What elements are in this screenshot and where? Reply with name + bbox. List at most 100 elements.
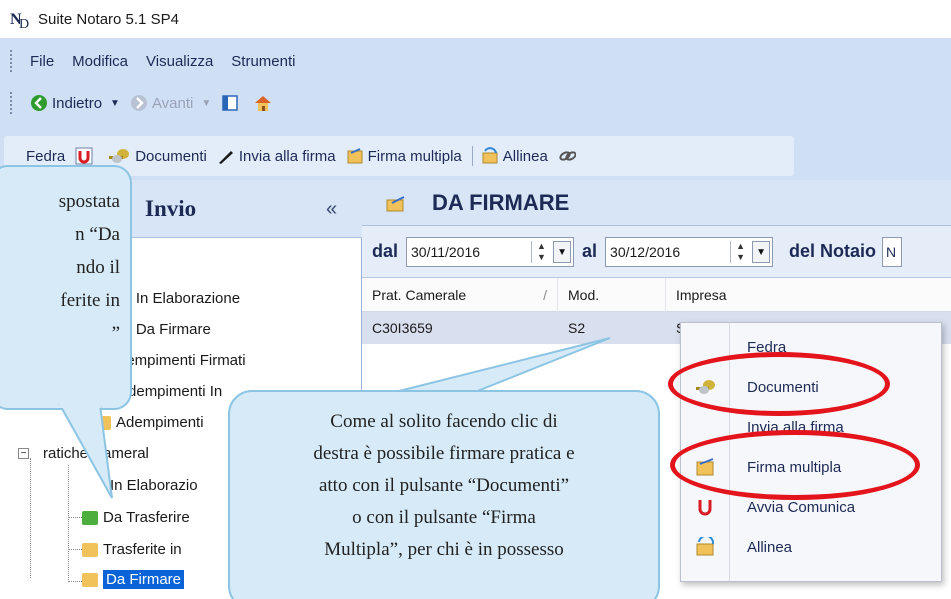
home-icon xyxy=(253,94,272,112)
spin-icon[interactable]: ▲ ▼ xyxy=(531,240,551,263)
to-date-picker[interactable]: 30/12/2016 ▲ ▼ ▼ xyxy=(605,236,774,267)
column-header-label: Mod. xyxy=(568,286,600,303)
from-date-label: dal xyxy=(372,241,399,261)
notaio-value: N xyxy=(886,243,897,260)
home-button[interactable] xyxy=(253,94,275,112)
tree-item[interactable]: Trasferite in xyxy=(82,541,182,558)
highlight-ring-firma-multipla xyxy=(670,430,920,500)
toolbar-separator xyxy=(471,146,473,166)
navigation-toolbar: Indietro ▼ Avanti ▼ xyxy=(30,84,285,122)
callout-bottom-line: Come al solito facendo clic di xyxy=(330,411,558,432)
invia-firma-label: Invia alla firma xyxy=(238,147,336,165)
menu-bar: File Modifica Visualizza Strumenti xyxy=(0,44,314,78)
menu-item-allinea[interactable]: Allinea xyxy=(681,527,943,567)
highlight-ring-documenti xyxy=(668,352,890,416)
forward-arrow-icon xyxy=(130,94,148,112)
navbar-grip[interactable] xyxy=(10,92,13,114)
notaio-select[interactable]: N xyxy=(882,236,903,267)
tree-item[interactable]: Da Trasferire xyxy=(82,509,190,526)
back-dropdown-icon[interactable]: ▼ xyxy=(110,98,120,109)
panel-toggle-button[interactable] xyxy=(221,94,243,112)
menu-item-label: Avvia Comunica xyxy=(747,498,856,516)
callout-bottom: Come al solito facendo clic di destra è … xyxy=(228,390,660,599)
documenti-label: Documenti xyxy=(135,147,207,165)
tree-item[interactable]: le Da Firmare xyxy=(120,321,211,338)
column-header-impresa[interactable]: Impresa xyxy=(666,278,951,312)
firma-multipla-button[interactable]: Firma multipla xyxy=(346,147,462,165)
back-arrow-icon xyxy=(30,94,48,112)
tree-connector xyxy=(30,458,31,578)
app-logo-icon: ND xyxy=(10,8,32,32)
callout-bottom-line: atto con il pulsante “Documenti” xyxy=(318,475,570,496)
collapse-pane-button[interactable]: « xyxy=(326,198,337,221)
tree-item-label: Da Trasferire xyxy=(103,509,190,526)
column-header-mod[interactable]: Mod. xyxy=(558,277,666,312)
tree-item-label: le Da Firmare xyxy=(120,321,211,338)
to-date-label: al xyxy=(582,241,598,261)
menu-strumenti[interactable]: Strumenti xyxy=(231,53,295,70)
forward-dropdown-icon[interactable]: ▼ xyxy=(201,98,211,109)
callout-left-line: n “Da xyxy=(75,224,120,245)
fedra-label: Fedra xyxy=(26,147,66,165)
callout-left-line: spostata xyxy=(58,191,120,212)
comunica-button[interactable] xyxy=(75,147,97,165)
tree-item[interactable]: Adempimenti xyxy=(95,414,204,431)
window-title: Suite Notaro 5.1 SP4 xyxy=(38,10,179,28)
pen-icon xyxy=(217,147,235,165)
dropdown-arrow-icon[interactable]: ▼ xyxy=(752,240,771,263)
folder-icon xyxy=(82,542,98,557)
folder-icon xyxy=(82,510,98,525)
menu-visualizza[interactable]: Visualizza xyxy=(146,53,213,70)
title-bar: ND Suite Notaro 5.1 SP4 xyxy=(0,0,951,38)
multi-sign-icon xyxy=(346,147,364,165)
date-filter-bar: dal 30/11/2016 ▲ ▼ ▼ al 30/12/2016 ▲ ▼ ▼ d… xyxy=(362,226,951,278)
spin-icon[interactable]: ▲ ▼ xyxy=(730,240,750,263)
collapse-node-icon[interactable]: − xyxy=(18,448,29,459)
tree-item[interactable]: In Elaborazio xyxy=(110,477,198,494)
link-button[interactable] xyxy=(558,147,580,165)
allinea-icon xyxy=(695,534,717,557)
column-header-label: Impresa xyxy=(676,286,727,303)
svg-text:D: D xyxy=(19,17,29,30)
tree-item[interactable]: dempimenti Firmati xyxy=(118,352,246,369)
tree-connector xyxy=(68,517,82,518)
folder-icon xyxy=(95,415,111,430)
magnet-icon xyxy=(695,497,717,517)
sort-icon: / xyxy=(543,286,547,303)
documenti-button[interactable]: Documenti xyxy=(107,147,207,165)
keys-icon xyxy=(107,147,131,165)
dropdown-arrow-icon[interactable]: ▼ xyxy=(553,240,572,263)
callout-bottom-line: o con il pulsante “Firma xyxy=(352,507,536,528)
notaio-label: del Notaio xyxy=(789,241,877,261)
forward-label: Avanti xyxy=(151,94,194,112)
cell-prat: C30I3659 xyxy=(372,320,433,336)
tree-connector xyxy=(68,465,69,582)
panel-icon xyxy=(221,94,239,112)
tree-item-label: In Elaborazio xyxy=(110,477,198,494)
column-header-prat[interactable]: Prat. Camerale / xyxy=(362,277,558,312)
tree-item-da-firmare[interactable]: Da Firmare xyxy=(82,570,185,589)
menu-modifica[interactable]: Modifica xyxy=(72,53,128,70)
tree-item[interactable]: − ratiche Cameral xyxy=(18,445,149,462)
tree-item[interactable]: le In Elaborazione xyxy=(120,290,240,307)
forward-button[interactable]: Avanti ▼ xyxy=(130,94,211,112)
tree-connector xyxy=(68,549,82,550)
allinea-button[interactable]: Allinea xyxy=(481,147,548,165)
firma-multipla-label: Firma multipla xyxy=(367,147,462,165)
tree-item-label: Da Firmare xyxy=(103,570,185,589)
to-date-value: 30/12/2016 xyxy=(610,243,681,260)
menu-item-label: Allinea xyxy=(747,538,793,556)
cell-mod: S2 xyxy=(568,320,586,336)
from-date-picker[interactable]: 30/11/2016 ▲ ▼ ▼ xyxy=(406,236,575,267)
back-label: Indietro xyxy=(52,94,103,112)
content-title: DA FIRMARE xyxy=(432,190,570,215)
fedra-button[interactable]: Fedra xyxy=(26,148,65,165)
back-button[interactable]: Indietro ▼ xyxy=(30,94,120,112)
folder-icon xyxy=(82,572,98,587)
invia-firma-button[interactable]: Invia alla firma xyxy=(217,147,336,165)
tree-item-label: ratiche Cameral xyxy=(43,445,149,462)
from-date-value: 30/11/2016 xyxy=(411,243,481,260)
callout-left-line: ferite in xyxy=(60,290,120,311)
menu-file[interactable]: File xyxy=(30,53,54,70)
tree-item[interactable]: Adempimenti In xyxy=(118,383,222,400)
